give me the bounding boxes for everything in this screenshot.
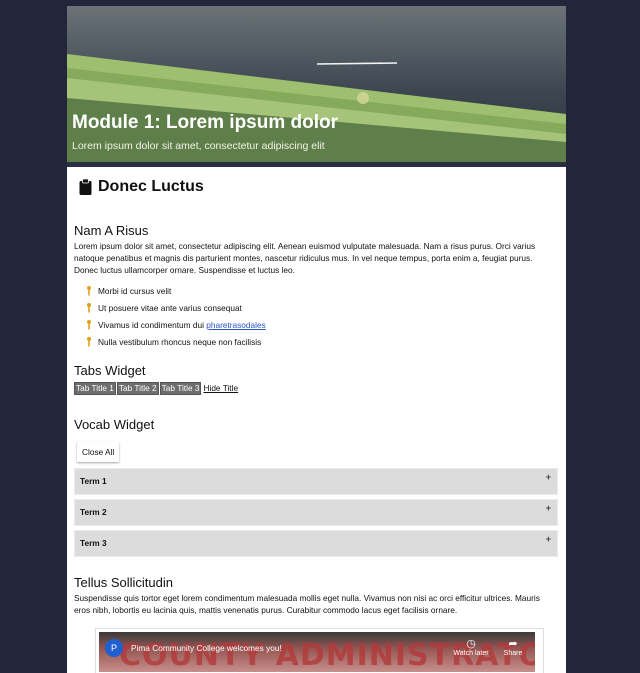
- vocab-term-2[interactable]: Term 2 +: [74, 498, 558, 526]
- close-all-button[interactable]: Close All: [77, 441, 120, 462]
- nam-a-risus-heading: Nam A Risus: [74, 223, 149, 238]
- expand-plus-icon[interactable]: +: [546, 472, 551, 482]
- tab-title-1[interactable]: Tab Title 1: [74, 381, 116, 395]
- bullet-list: Morbi id cursus velit Ut posuere vitae a…: [74, 283, 558, 351]
- tabs-widget-heading: Tabs Widget: [74, 362, 146, 378]
- video-player[interactable]: COUNTY ADMINISTRATOR P Pima Community Co…: [99, 632, 535, 673]
- pharetrasodales-link[interactable]: pharetrasodales: [206, 320, 266, 330]
- share-label: Share: [503, 650, 523, 658]
- pin-icon: [84, 320, 94, 330]
- tellus-paragraph: Suspendisse quis tortor eget lorem condi…: [74, 592, 540, 615]
- bullet-text: Ut posuere vitae ante varius consequat: [98, 303, 242, 314]
- video-title[interactable]: Pima Community College welcomes you!: [131, 643, 282, 653]
- pin-icon: [84, 337, 94, 347]
- bullet-text: Nulla vestibulum rhoncus neque non facil…: [98, 337, 262, 348]
- section-heading: Donec Luctus: [79, 178, 558, 196]
- module-subtitle: Lorem ipsum dolor sit amet, consectetur …: [72, 140, 325, 152]
- bullet-text: Vivamus id condimentum dui: [98, 320, 207, 331]
- share-button[interactable]: ➦ Share: [493, 638, 533, 657]
- module-page: Module 1: Lorem ipsum dolor Lorem ipsum …: [67, 6, 566, 673]
- list-item: Ut posuere vitae ante varius consequat: [84, 300, 558, 317]
- banner-landscape-image: [67, 54, 566, 162]
- expand-plus-icon[interactable]: +: [546, 503, 551, 513]
- tabs-widget: Tab Title 1 Tab Title 2 Tab Title 3 Hide…: [74, 381, 558, 395]
- vocab-term-3[interactable]: Term 3 +: [74, 529, 558, 557]
- list-item: Morbi id cursus velit: [84, 283, 558, 300]
- vocab-widget-heading: Vocab Widget: [74, 416, 155, 432]
- list-item: Vivamus id condimentum dui pharetrasodal…: [84, 317, 558, 334]
- tab-title-3[interactable]: Tab Title 3: [159, 381, 202, 395]
- clipboard-icon: [79, 179, 92, 195]
- bullet-text: Morbi id cursus velit: [98, 286, 172, 297]
- section-title: Donec Luctus: [98, 178, 204, 195]
- tab-title-2[interactable]: Tab Title 2: [116, 381, 159, 395]
- term-label: Term 2: [80, 507, 107, 518]
- video-embed[interactable]: COUNTY ADMINISTRATOR P Pima Community Co…: [95, 628, 544, 673]
- channel-avatar[interactable]: P: [105, 639, 123, 658]
- pin-icon: [84, 286, 94, 296]
- term-label: Term 3: [80, 538, 107, 549]
- share-icon: ➦: [508, 638, 518, 651]
- hide-title-link[interactable]: Hide Title: [203, 383, 238, 393]
- vocab-term-1[interactable]: Term 1 +: [74, 467, 558, 495]
- watch-later-button[interactable]: ◷ Watch later: [451, 638, 491, 657]
- nam-a-risus-paragraph: Lorem ipsum dolor sit amet, consectetur …: [74, 241, 536, 276]
- clock-icon: ◷: [466, 638, 476, 651]
- module-banner: Module 1: Lorem ipsum dolor Lorem ipsum …: [67, 6, 566, 162]
- banner-divider: [67, 162, 566, 167]
- module-title: Module 1: Lorem ipsum dolor: [72, 112, 339, 133]
- tellus-heading: Tellus Sollicitudin: [74, 574, 173, 590]
- list-item: Nulla vestibulum rhoncus neque non facil…: [84, 334, 558, 351]
- expand-plus-icon[interactable]: +: [546, 534, 551, 544]
- watch-later-label: Watch later: [453, 650, 489, 658]
- module-content: Donec Luctus Nam A Risus Lorem ipsum dol…: [67, 178, 566, 673]
- pin-icon: [84, 303, 94, 313]
- term-label: Term 1: [80, 476, 107, 487]
